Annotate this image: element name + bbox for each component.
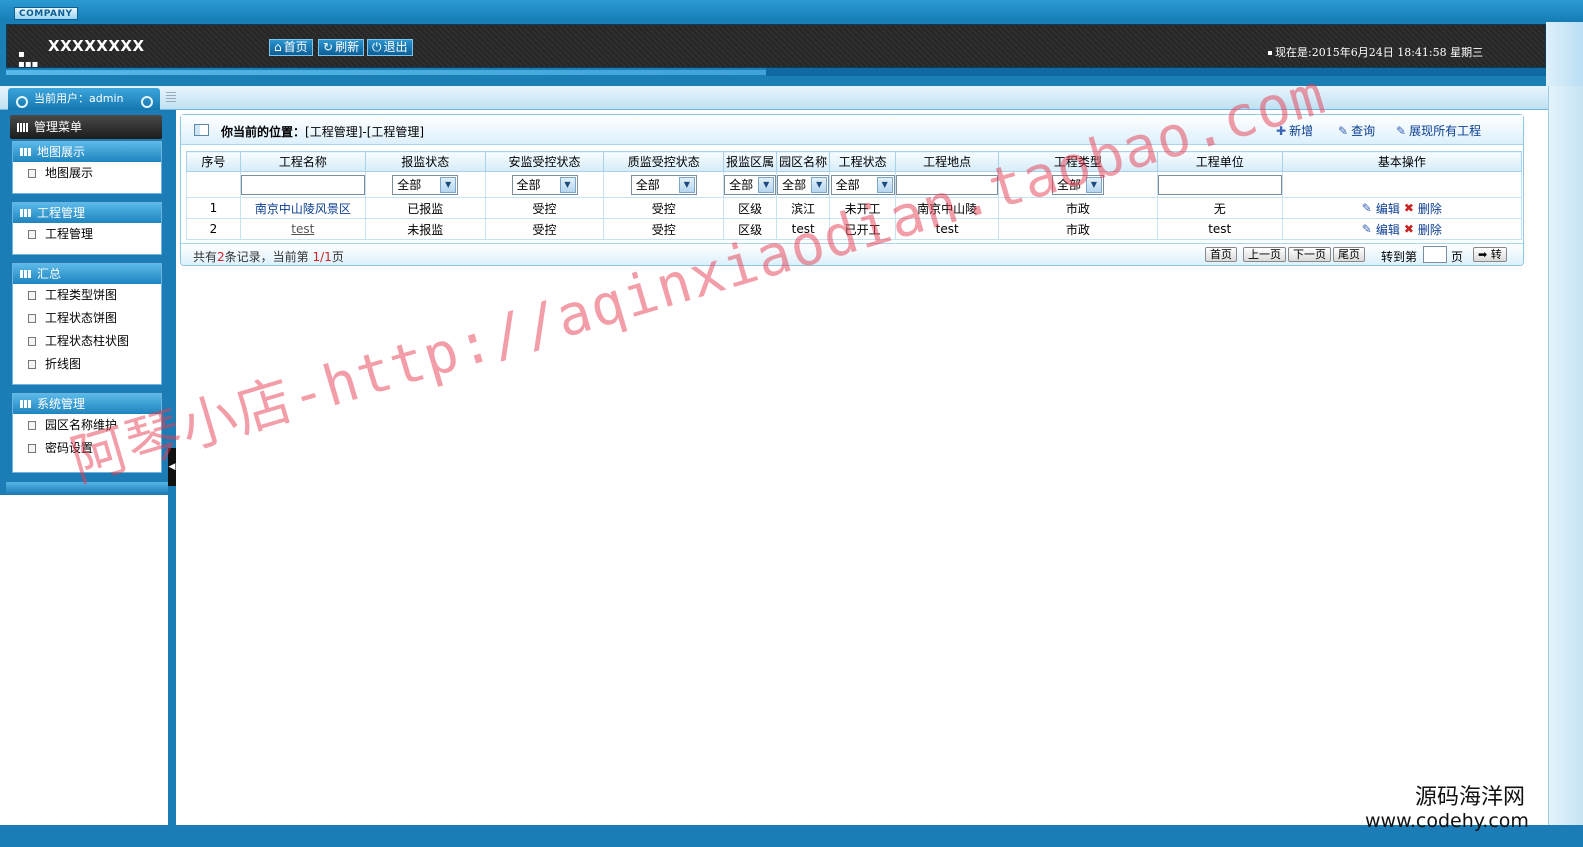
page-icon: [28, 421, 36, 430]
header-top-strip: [0, 0, 1583, 22]
edit-link[interactable]: 编辑: [1376, 200, 1400, 217]
col-header: 安监受控状态: [484, 151, 605, 172]
delete-link[interactable]: 删除: [1418, 200, 1442, 217]
vertical-scrollbar[interactable]: [1548, 86, 1583, 825]
brand-watermark: 源码海洋网 www.codehy.com: [1365, 785, 1529, 833]
sidebar-title: 管理菜单: [10, 115, 162, 139]
dots-icon: ▪ ▪▪▪: [18, 49, 39, 70]
home-button[interactable]: ⌂ 首页: [269, 39, 313, 56]
show-all-button[interactable]: ✎ 展现所有工程: [1396, 122, 1481, 139]
project-name-link[interactable]: test: [291, 222, 314, 236]
delete-x-icon: ✖: [1403, 201, 1414, 215]
unit-filter-input[interactable]: [1157, 174, 1282, 195]
menu-group-header-summary[interactable]: 汇总: [13, 264, 161, 284]
pencil-icon: ✎: [1361, 201, 1372, 215]
col-header: 质监受控状态: [603, 151, 725, 172]
sidebar-item-project-management[interactable]: 工程管理: [13, 223, 161, 246]
col-header: 报监状态: [364, 151, 486, 172]
col-header: 序号: [186, 151, 241, 172]
query-button[interactable]: ✎ 查询: [1338, 122, 1375, 139]
home-icon: ⌂: [274, 40, 282, 54]
last-page-button[interactable]: 尾页: [1333, 247, 1365, 262]
edit-note-icon: ✎: [1338, 123, 1349, 138]
sidebar-item-type-pie[interactable]: 工程类型饼图: [13, 284, 161, 307]
arrow-right-icon: ➡: [1478, 248, 1488, 261]
page-icon: [28, 169, 36, 178]
safety-status-select[interactable]: 全部 ▼: [511, 174, 578, 195]
sidebar-item-map-display[interactable]: 地图展示: [13, 162, 161, 185]
quality-status-select[interactable]: 全部 ▼: [630, 174, 697, 195]
delete-x-icon: ✖: [1403, 222, 1414, 236]
page-icon: [28, 230, 36, 239]
page-icon: [28, 444, 36, 453]
grip-icon[interactable]: [166, 92, 176, 104]
list-icon: [20, 209, 32, 217]
next-page-button[interactable]: 下一页: [1288, 247, 1331, 262]
user-bar: 当前用户：admin: [0, 86, 1583, 110]
sidebar-item-status-pie[interactable]: 工程状态饼图: [13, 307, 161, 330]
menu-group-header-map[interactable]: 地图展示: [13, 142, 161, 162]
chevron-down-icon: ▼: [758, 176, 775, 193]
table-header-row: 序号 工程名称 报监状态 安监受控状态 质监受控状态 报监区属 园区名称 工程状…: [186, 151, 1523, 172]
header-scroll-gutter: [1546, 22, 1583, 86]
list-icon: [20, 400, 32, 408]
goto-page-input[interactable]: [1423, 246, 1447, 263]
col-header: 园区名称: [776, 151, 831, 172]
record-count: 共有2条记录，当前第 1/1页: [193, 250, 344, 264]
menu-group-project: 工程管理 工程管理: [12, 202, 162, 255]
window-icon: [194, 124, 209, 136]
power-icon: ⏻: [372, 40, 382, 54]
chevron-down-icon: ▼: [440, 176, 457, 193]
first-page-button[interactable]: 首页: [1205, 247, 1237, 262]
current-user-box: 当前用户：admin: [8, 88, 160, 110]
page-icon: [28, 337, 36, 346]
goto-label: 转到第: [1381, 250, 1418, 264]
menu-group-header-project[interactable]: 工程管理: [13, 203, 161, 223]
grid-icon: [17, 123, 29, 132]
breadcrumb: 你当前的位置：[工程管理]-[工程管理]: [221, 125, 425, 139]
col-header: 工程状态: [829, 151, 897, 172]
district-select[interactable]: 全部 ▼: [724, 174, 777, 195]
report-status-select[interactable]: 全部 ▼: [392, 174, 459, 195]
page-icon: [28, 291, 36, 300]
prev-page-button[interactable]: 上一页: [1243, 247, 1286, 262]
sidebar-item-status-bar[interactable]: 工程状态柱状图: [13, 330, 161, 353]
brand-en: www.codehy.com: [1365, 810, 1529, 832]
ring-icon: [141, 96, 153, 108]
col-header: 报监区属: [723, 151, 778, 172]
sidebar-item-line-chart[interactable]: 折线图: [13, 353, 161, 376]
goto-suffix: 页: [1451, 250, 1464, 264]
ring-icon: [16, 96, 28, 108]
bottom-bar: [0, 825, 1583, 847]
bullet-icon: [1268, 51, 1272, 55]
refresh-icon: ↻: [323, 40, 334, 54]
go-button[interactable]: ➡ 转: [1473, 247, 1507, 262]
list-icon: [20, 270, 32, 278]
menu-group-map: 地图展示 地图展示: [12, 141, 162, 194]
col-header: 工程名称: [239, 151, 366, 172]
menu-group-summary: 汇总 工程类型饼图 工程状态饼图 工程状态柱状图 折线图: [12, 263, 162, 385]
edit-note-icon: ✎: [1396, 123, 1407, 138]
project-name-link[interactable]: 南京中山陵风景区: [255, 202, 351, 216]
delete-link[interactable]: 删除: [1418, 221, 1442, 238]
refresh-button[interactable]: ↻ 刷新: [318, 39, 365, 56]
brand-cn: 源码海洋网: [1414, 785, 1525, 810]
site-name: XXXXXXXX: [48, 37, 145, 55]
name-filter-input[interactable]: [240, 174, 365, 195]
company-logo: COMPANY: [14, 7, 78, 20]
chevron-down-icon: ▼: [559, 176, 576, 193]
chevron-down-icon: ▼: [678, 176, 695, 193]
edit-link[interactable]: 编辑: [1376, 221, 1400, 238]
logout-button[interactable]: ⏻ 退出: [367, 39, 413, 56]
page-icon: [28, 360, 36, 369]
park-select[interactable]: 全部 ▼: [777, 174, 830, 195]
page-icon: [28, 314, 36, 323]
app-header: COMPANY XXXXXXXX ▪ ▪▪▪ ⌂ 首页 ↻ 刷新 ⏻ 退出 现在是:20…: [0, 0, 1583, 86]
chevron-down-icon: ▼: [811, 176, 828, 193]
current-user-label: 当前用户：admin: [34, 92, 124, 105]
list-icon: [20, 148, 32, 156]
col-header: 基本操作: [1281, 151, 1523, 172]
pencil-icon: ✎: [1361, 222, 1372, 236]
header-divider-dark: [766, 68, 1546, 76]
